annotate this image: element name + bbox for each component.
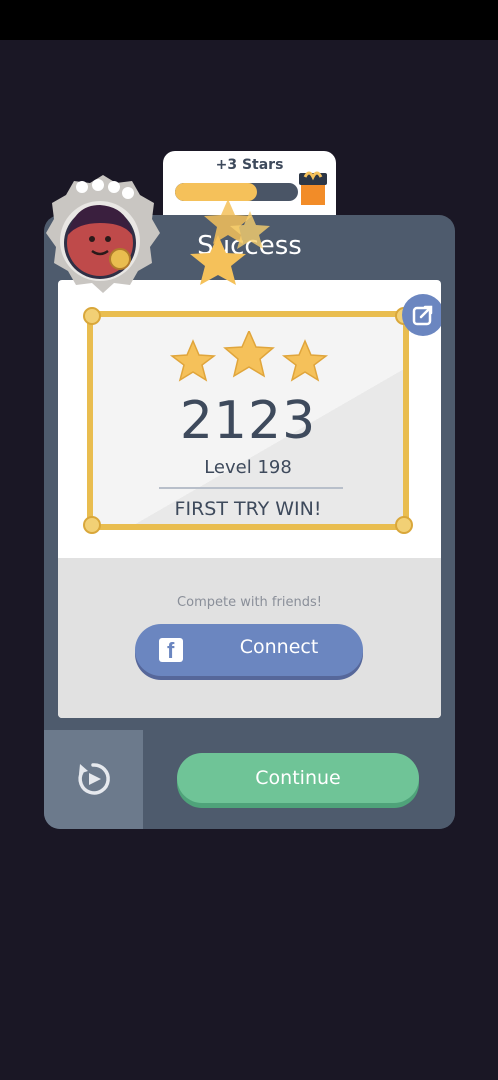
replay-panel xyxy=(44,730,143,829)
share-button[interactable] xyxy=(402,294,441,336)
gift-icon xyxy=(299,171,327,205)
frame-corner xyxy=(83,307,101,325)
star-icon xyxy=(281,339,329,382)
score-frame: 2123 Level 198 FIRST TRY WIN! xyxy=(83,307,413,534)
social-section: Compete with friends! f Connect xyxy=(58,558,441,718)
facebook-icon: f xyxy=(159,638,183,663)
facebook-connect-button[interactable]: f Connect xyxy=(135,624,363,676)
continue-panel: Continue xyxy=(143,730,455,829)
falling-stars xyxy=(190,199,270,285)
star-icon xyxy=(169,339,217,382)
status-bar xyxy=(0,0,498,40)
avatar-icon xyxy=(46,175,160,293)
star-icon xyxy=(223,331,275,378)
score-value: 2123 xyxy=(179,391,317,451)
replay-icon[interactable] xyxy=(74,760,112,798)
compete-text: Compete with friends! xyxy=(177,595,322,610)
success-card: Success 2123 Level 198 FIRST TRY WIN! Co… xyxy=(44,215,455,829)
divider xyxy=(159,487,343,489)
result-panel: 2123 Level 198 FIRST TRY WIN! Compete wi… xyxy=(58,280,441,718)
share-icon xyxy=(412,305,433,326)
connect-label: Connect xyxy=(239,636,319,658)
rating-stars xyxy=(169,331,329,382)
level-label: Level 198 xyxy=(204,457,292,478)
result-label: FIRST TRY WIN! xyxy=(174,498,322,520)
continue-button[interactable]: Continue xyxy=(177,753,419,803)
